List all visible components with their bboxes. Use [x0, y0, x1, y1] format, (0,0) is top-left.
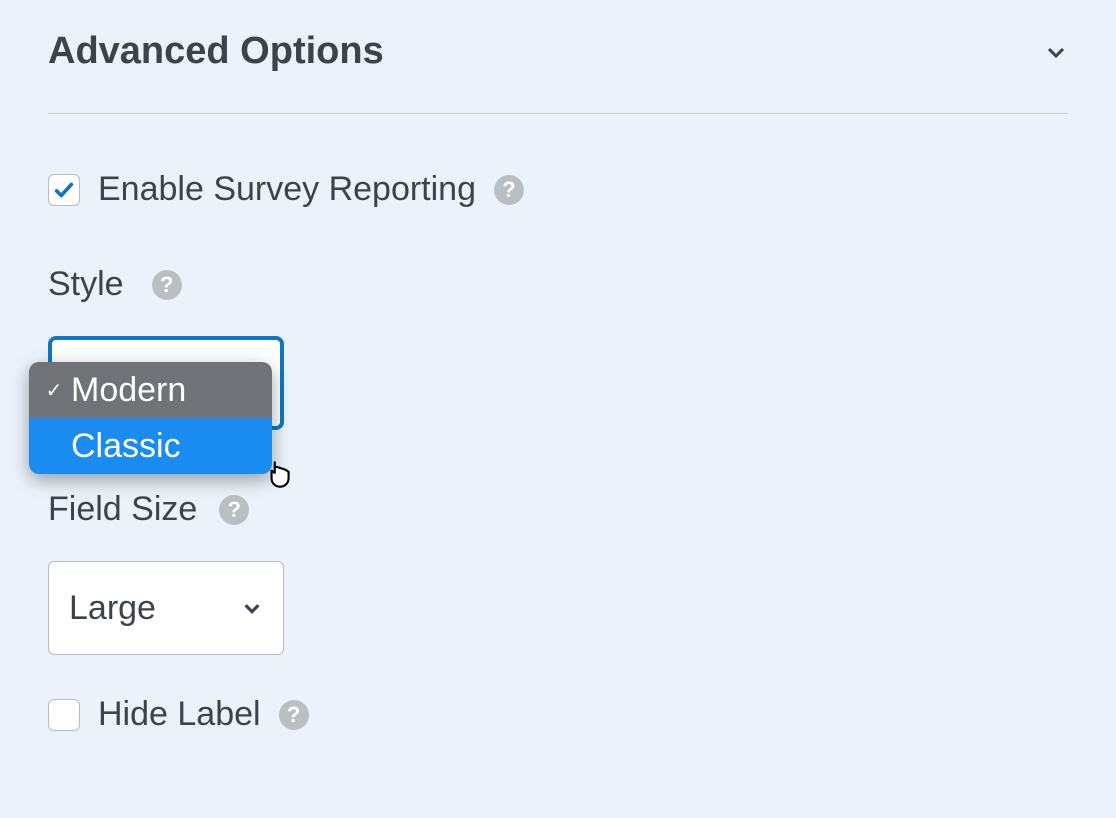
style-option-label: Classic: [71, 427, 181, 466]
style-option-classic[interactable]: Classic: [29, 418, 272, 474]
field-size-label-row: Field Size ?: [48, 490, 1068, 529]
style-option-label: Modern: [71, 371, 186, 410]
help-icon[interactable]: ?: [494, 175, 524, 205]
field-size-select-wrap: Large: [48, 561, 1068, 655]
field-size-select-value: Large: [69, 589, 156, 628]
chevron-down-icon: [1044, 40, 1068, 64]
style-select-wrap: ✓ Modern Classic: [48, 336, 1068, 430]
help-icon[interactable]: ?: [219, 495, 249, 525]
help-icon[interactable]: ?: [279, 700, 309, 730]
help-icon[interactable]: ?: [152, 270, 182, 300]
advanced-options-header[interactable]: Advanced Options: [48, 30, 1068, 73]
style-label: Style: [48, 265, 124, 304]
check-icon: ✓: [43, 378, 65, 403]
enable-survey-reporting-checkbox[interactable]: [48, 174, 80, 206]
field-size-group: Field Size ? Large: [48, 490, 1068, 655]
section-title: Advanced Options: [48, 30, 384, 73]
style-field-group: Style ? ✓ Modern Classic: [48, 265, 1068, 430]
field-size-select[interactable]: Large: [48, 561, 284, 655]
style-label-row: Style ?: [48, 265, 1068, 304]
field-size-label: Field Size: [48, 490, 197, 529]
style-option-modern[interactable]: ✓ Modern: [29, 362, 272, 418]
hide-label-row: Hide Label ?: [48, 695, 1068, 734]
hide-label-checkbox[interactable]: [48, 699, 80, 731]
enable-survey-reporting-label: Enable Survey Reporting: [98, 170, 476, 209]
enable-survey-reporting-row: Enable Survey Reporting ?: [48, 170, 1068, 209]
chevron-down-icon: [241, 597, 263, 619]
divider: [48, 113, 1068, 114]
style-dropdown: ✓ Modern Classic: [29, 362, 272, 474]
hide-label-label: Hide Label: [98, 695, 261, 734]
cursor-pointer-icon: [262, 458, 296, 492]
